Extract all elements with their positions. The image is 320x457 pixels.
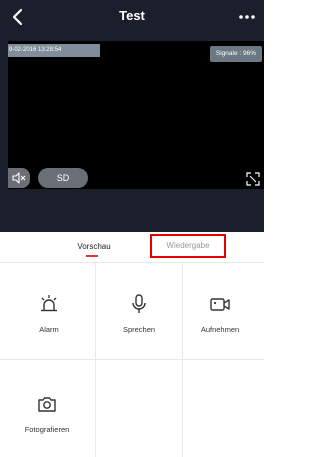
player-area: Test 9-02-2016 13:28:54 Signale : 96% SD [0, 0, 264, 232]
alarm-label: Alarm [39, 325, 59, 334]
camera-icon [38, 397, 56, 412]
record-button[interactable]: Aufnehmen [176, 293, 264, 334]
grid-divider-right [182, 262, 183, 457]
tab-playback[interactable]: Wiedergabe [150, 234, 226, 258]
alarm-button[interactable]: Alarm [5, 293, 93, 334]
talk-button[interactable]: Sprechen [95, 293, 183, 334]
mute-button[interactable] [8, 168, 30, 188]
snapshot-button[interactable]: Fotografieren [3, 393, 91, 434]
record-label: Aufnehmen [200, 325, 240, 334]
video-timestamp: 9-02-2016 13:28:54 [8, 44, 100, 57]
grid-divider-left [95, 262, 96, 457]
signal-strength-badge: Signale : 96% [209, 46, 262, 62]
microphone-icon [132, 294, 146, 313]
active-tab-indicator [86, 255, 98, 257]
page-title: Test [119, 8, 145, 23]
tab-bar: Vorschau Wiedergabe [0, 232, 264, 262]
alarm-icon [41, 295, 57, 312]
live-video-view[interactable]: 9-02-2016 13:28:54 Signale : 96% SD [8, 41, 264, 189]
tab-preview[interactable]: Vorschau [66, 241, 122, 253]
grid-divider-top [0, 262, 264, 263]
talk-label: Sprechen [122, 325, 156, 334]
fullscreen-icon [246, 172, 260, 186]
video-camera-icon [210, 298, 230, 311]
nav-bar: Test [0, 0, 264, 36]
snapshot-label: Fotografieren [24, 425, 70, 434]
speaker-muted-icon [12, 172, 26, 184]
fullscreen-button[interactable] [242, 168, 264, 190]
quality-toggle-button[interactable]: SD [38, 168, 88, 188]
more-options-icon[interactable] [236, 10, 258, 24]
grid-divider-middle [0, 359, 264, 360]
